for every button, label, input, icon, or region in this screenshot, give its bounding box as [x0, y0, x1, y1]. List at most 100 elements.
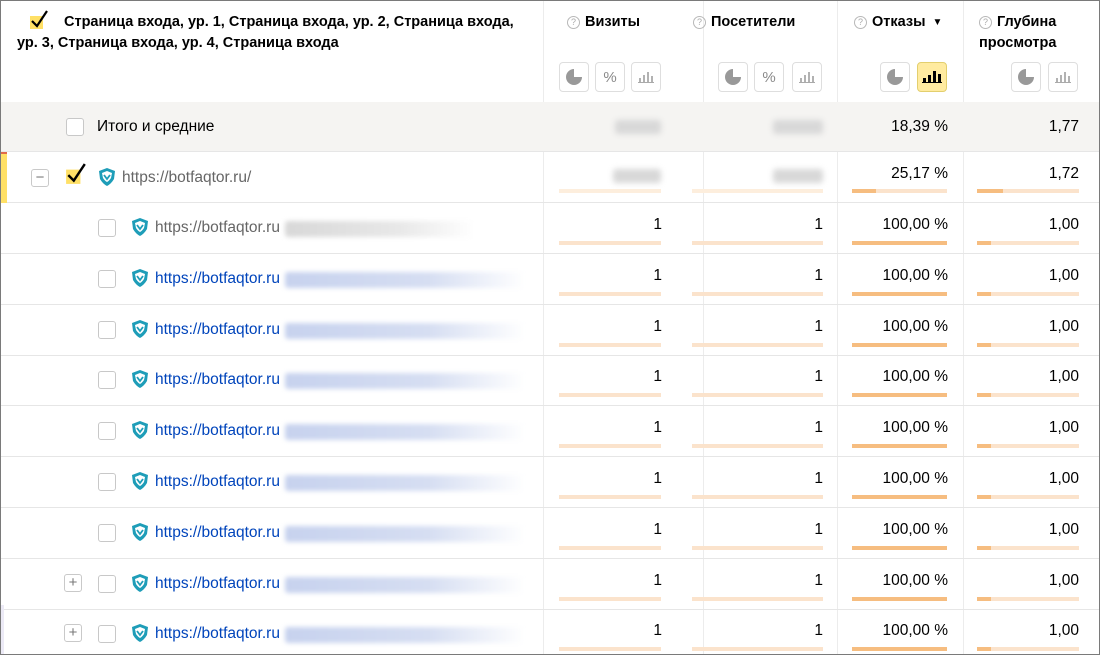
table-row[interactable]: https://botfaqtor.ru 1 1 100,00 % 1,00 [1, 254, 1099, 305]
url-path-hidden [285, 424, 525, 440]
table-row[interactable]: https://botfaqtor.ru 1 1 100,00 % 1,00 [1, 508, 1099, 559]
pie-chart-button[interactable] [1011, 62, 1041, 92]
table-row[interactable]: https://botfaqtor.ru 1 1 100,00 % 1,00 [1, 457, 1099, 508]
depth-value: 1,00 [1048, 216, 1079, 233]
table-row[interactable]: https://botfaqtor.ru 1 1 100,00 % 1,00 [1, 355, 1099, 406]
column-header-depth[interactable]: ? Глубина просмотра [979, 12, 1089, 54]
shield-favicon-icon [132, 421, 148, 439]
depth-bar [977, 393, 1079, 397]
depth-value: 1,72 [1048, 165, 1079, 182]
help-icon[interactable]: ? [854, 16, 867, 29]
group-url-link[interactable]: https://botfaqtor.ru/ [122, 168, 251, 188]
pie-chart-button[interactable] [880, 62, 910, 92]
row-url-link[interactable]: https://botfaqtor.ru [155, 574, 280, 594]
table-row[interactable]: https://botfaqtor.ru 1 1 100,00 % 1,00 [1, 203, 1099, 254]
depth-value: 1,00 [1048, 318, 1079, 335]
depth-bar [977, 343, 1079, 347]
bar-chart-button[interactable] [792, 62, 822, 92]
row-checkbox[interactable] [98, 371, 116, 389]
totals-checkbox[interactable] [66, 118, 84, 136]
column-header-bounces[interactable]: ? Отказы ▼ [854, 12, 942, 33]
url-path-hidden [285, 323, 525, 339]
bounce-bar-fill [852, 495, 947, 499]
row-url-link[interactable]: https://botfaqtor.ru [155, 472, 280, 492]
percent-button[interactable]: % [595, 62, 625, 92]
expand-button[interactable]: + [64, 624, 82, 642]
bar-chart-icon [922, 71, 942, 83]
visits-value: 1 [653, 622, 662, 639]
visits-bar [559, 495, 661, 499]
depth-value: 1,00 [1048, 521, 1079, 538]
visitors-bar [692, 393, 823, 397]
depth-bar [977, 647, 1079, 651]
visitors-hidden [773, 169, 823, 183]
help-icon[interactable]: ? [693, 16, 706, 29]
row-url-link[interactable]: https://botfaqtor.ru [155, 320, 280, 340]
visitors-value: 1 [814, 572, 823, 589]
bounce-value: 100,00 % [882, 521, 949, 538]
sort-desc-icon[interactable]: ▼ [932, 17, 942, 28]
visitors-value: 1 [814, 216, 823, 233]
bounce-bar-fill [852, 647, 947, 651]
percent-button[interactable]: % [754, 62, 784, 92]
pie-chart-button[interactable] [559, 62, 589, 92]
column-label: Посетители [711, 14, 796, 30]
depth-value: 1,00 [1048, 622, 1079, 639]
table-row[interactable]: + https://botfaqtor.ru 1 1 100,00 % 1,00 [1, 609, 1099, 654]
bar-chart-button-active[interactable] [917, 62, 947, 92]
row-url-link[interactable]: https://botfaqtor.ru [155, 523, 280, 543]
expand-button[interactable]: + [64, 574, 82, 592]
row-checkbox[interactable] [98, 219, 116, 237]
group-checkbox-checked[interactable] [65, 163, 87, 185]
row-checkbox[interactable] [98, 473, 116, 491]
visits-value: 1 [653, 267, 662, 284]
row-checkbox[interactable] [98, 524, 116, 542]
row-url-link[interactable]: https://botfaqtor.ru [155, 218, 280, 238]
row-color-marker [1, 152, 7, 154]
group-row[interactable]: − https://botfaqtor.ru/ 25,17 % 1,72 [1, 152, 1099, 203]
url-path-hidden [285, 627, 525, 643]
bar-chart-icon [638, 71, 654, 83]
visitors-bar [692, 495, 823, 499]
visits-value: 1 [653, 216, 662, 233]
shield-favicon-icon [99, 168, 115, 186]
collapse-button[interactable]: − [31, 169, 49, 187]
bar-chart-button[interactable] [631, 62, 661, 92]
help-icon[interactable]: ? [567, 16, 580, 29]
url-path-hidden [285, 272, 525, 288]
bounce-bar-fill [852, 343, 947, 347]
visitors-value: 1 [814, 470, 823, 487]
row-checkbox[interactable] [98, 625, 116, 643]
table-row[interactable]: https://botfaqtor.ru 1 1 100,00 % 1,00 [1, 305, 1099, 356]
bounce-bar [852, 647, 947, 651]
row-checkbox[interactable] [98, 422, 116, 440]
depth-bar [977, 444, 1079, 448]
visitors-value: 1 [814, 368, 823, 385]
row-checkbox[interactable] [98, 575, 116, 593]
column-header-visitors[interactable]: ? Посетители [693, 12, 795, 33]
bounce-bar-fill [852, 241, 947, 245]
row-url-link[interactable]: https://botfaqtor.ru [155, 624, 280, 644]
visits-bar [559, 444, 661, 448]
depth-value: 1,00 [1048, 470, 1079, 487]
table-row[interactable]: + https://botfaqtor.ru 1 1 100,00 % 1,00 [1, 559, 1099, 610]
bounce-total: 18,39 % [891, 118, 948, 135]
row-checkbox[interactable] [98, 270, 116, 288]
table-row[interactable]: https://botfaqtor.ru 1 1 100,00 % 1,00 [1, 406, 1099, 457]
column-header-visits[interactable]: ? Визиты [567, 12, 640, 33]
row-url-link[interactable]: https://botfaqtor.ru [155, 370, 280, 390]
row-url-link[interactable]: https://botfaqtor.ru [155, 269, 280, 289]
bar-chart-button[interactable] [1048, 62, 1078, 92]
dimension-title[interactable]: Страница входа, ур. 1, Страница входа, у… [17, 12, 537, 54]
pie-chart-icon [1018, 69, 1034, 85]
row-url-link[interactable]: https://botfaqtor.ru [155, 421, 280, 441]
row-checkbox[interactable] [98, 321, 116, 339]
visitors-total-hidden [773, 120, 823, 134]
visits-total-hidden [615, 120, 661, 134]
help-icon[interactable]: ? [979, 16, 992, 29]
bounce-bar [852, 495, 947, 499]
depth-bar [977, 597, 1079, 601]
pie-chart-button[interactable] [718, 62, 748, 92]
visits-value: 1 [653, 368, 662, 385]
depth-bar [977, 546, 1079, 550]
